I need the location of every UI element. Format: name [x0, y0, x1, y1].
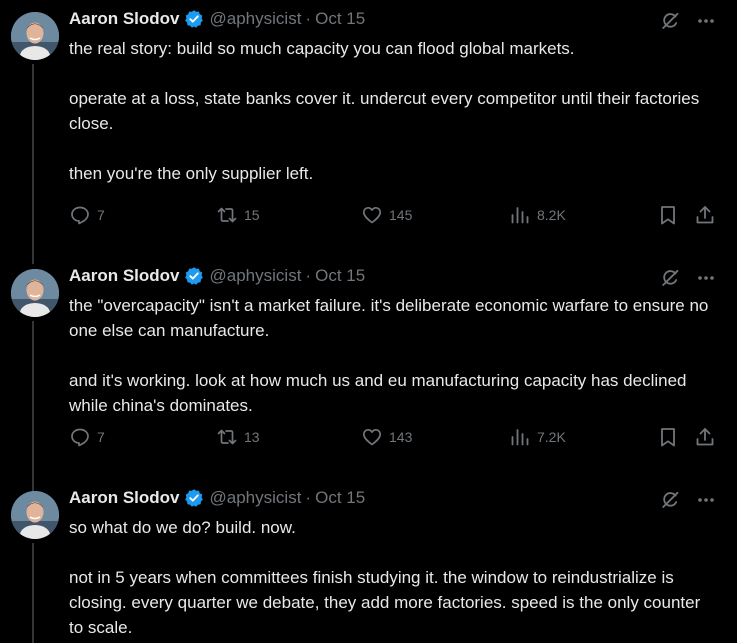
- tweet-paragraph: so what do we do? build. now.: [69, 518, 296, 537]
- tweet-date[interactable]: Oct 15: [315, 266, 365, 286]
- thread-line: [32, 543, 34, 643]
- views-button[interactable]: 7.2K: [509, 426, 566, 448]
- grok-icon[interactable]: [659, 267, 681, 289]
- tweet-top-actions: [659, 267, 717, 289]
- reply-count: 7: [97, 429, 105, 445]
- retweet-icon: [217, 429, 237, 445]
- author-handle[interactable]: @aphysicist: [210, 9, 302, 29]
- grok-icon[interactable]: [659, 10, 681, 32]
- author-handle[interactable]: @aphysicist: [210, 488, 302, 508]
- heart-icon: [362, 428, 382, 446]
- grok-icon[interactable]: [659, 489, 681, 511]
- views-chart-icon: [511, 207, 529, 224]
- tweet-header: Aaron Slodov @aphysicist · Oct 15: [69, 8, 365, 30]
- tweet-action-bar: 7 13 143 7.2K: [69, 426, 719, 448]
- tweet-top-actions: [659, 10, 717, 32]
- share-icon: [696, 428, 714, 446]
- avatar[interactable]: [11, 491, 59, 539]
- tweet-date[interactable]: Oct 15: [315, 488, 365, 508]
- tweet-text: so what do we do? build. now. not in 5 y…: [69, 515, 719, 640]
- tweet-action-bar: 7 15 145 8.2K: [69, 204, 719, 226]
- reply-button[interactable]: 7: [69, 204, 105, 226]
- tweet-text: the "overcapacity" isn't a market failur…: [69, 293, 719, 418]
- like-button[interactable]: 145: [361, 204, 412, 226]
- tweet-paragraph: not in 5 years when committees finish st…: [69, 568, 701, 637]
- verified-badge-icon: [184, 9, 204, 29]
- tweet-header: Aaron Slodov @aphysicist · Oct 15: [69, 265, 365, 287]
- reply-button[interactable]: 7: [69, 426, 105, 448]
- author-name[interactable]: Aaron Slodov: [69, 488, 180, 508]
- share-button[interactable]: [694, 426, 722, 448]
- retweet-icon: [217, 207, 237, 223]
- bookmark-icon: [661, 428, 675, 447]
- verified-badge-icon: [184, 488, 204, 508]
- author-handle[interactable]: @aphysicist: [210, 266, 302, 286]
- bookmark-icon: [661, 206, 675, 225]
- like-count: 145: [389, 207, 413, 223]
- reply-icon: [71, 428, 89, 447]
- reply-icon: [71, 206, 89, 225]
- retweet-button[interactable]: 15: [216, 204, 260, 226]
- like-button[interactable]: 143: [361, 426, 412, 448]
- tweet-paragraph: the real story: build so much capacity y…: [69, 39, 575, 58]
- views-count: 8.2K: [537, 207, 566, 223]
- tweet-date[interactable]: Oct 15: [315, 9, 365, 29]
- more-options-icon[interactable]: [695, 10, 717, 32]
- share-icon: [696, 206, 714, 224]
- tweet-paragraph: and it's working. look at how much us an…: [69, 371, 687, 415]
- separator-dot: ·: [305, 488, 312, 507]
- views-button[interactable]: 8.2K: [509, 204, 566, 226]
- thread-line: [32, 64, 34, 264]
- views-chart-icon: [511, 429, 529, 446]
- avatar[interactable]: [11, 12, 59, 60]
- author-name[interactable]: Aaron Slodov: [69, 266, 180, 286]
- tweet-paragraph: then you're the only supplier left.: [69, 164, 314, 183]
- share-button[interactable]: [694, 204, 722, 226]
- more-options-icon[interactable]: [695, 267, 717, 289]
- reply-count: 7: [97, 207, 105, 223]
- separator-dot: ·: [305, 9, 312, 28]
- like-count: 143: [389, 429, 413, 445]
- tweet-paragraph: the "overcapacity" isn't a market failur…: [69, 296, 709, 340]
- retweet-count: 13: [244, 429, 260, 445]
- retweet-button[interactable]: 13: [216, 426, 260, 448]
- tweet-paragraph: operate at a loss, state banks cover it.…: [69, 89, 700, 133]
- separator-dot: ·: [305, 266, 312, 285]
- tweet-text: the real story: build so much capacity y…: [69, 36, 719, 186]
- avatar[interactable]: [11, 269, 59, 317]
- views-count: 7.2K: [537, 429, 566, 445]
- tweet-header: Aaron Slodov @aphysicist · Oct 15: [69, 487, 365, 509]
- heart-icon: [362, 206, 382, 224]
- more-options-icon[interactable]: [695, 489, 717, 511]
- retweet-count: 15: [244, 207, 260, 223]
- author-name[interactable]: Aaron Slodov: [69, 9, 180, 29]
- bookmark-button[interactable]: [657, 204, 685, 226]
- bookmark-button[interactable]: [657, 426, 685, 448]
- tweet-top-actions: [659, 489, 717, 511]
- verified-badge-icon: [184, 266, 204, 286]
